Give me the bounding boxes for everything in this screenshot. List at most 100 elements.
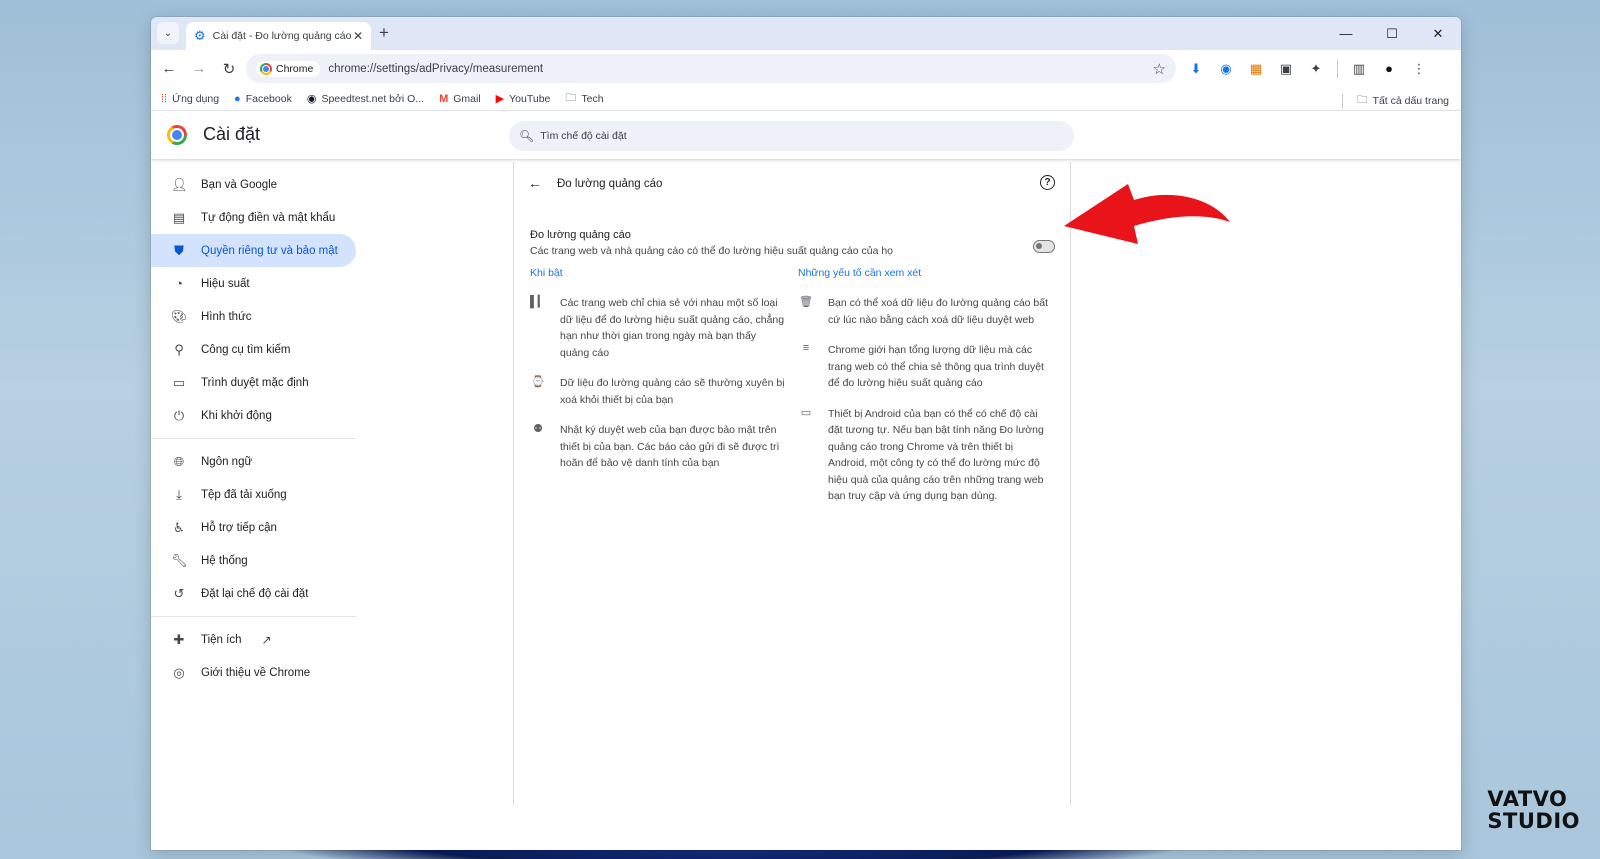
settings-content: 👤︎ Bạn và Google ▤ Tự động điền và mật k…	[151, 162, 1461, 850]
back-arrow-icon[interactable]: ←	[528, 175, 542, 191]
profile-avatar[interactable]: ●	[1374, 57, 1404, 81]
power-icon: ⏻	[173, 407, 185, 423]
forward-button[interactable]: →	[184, 60, 214, 77]
sidebar-item-search-engine[interactable]: ⚲ Công cụ tìm kiếm	[151, 333, 356, 366]
sidebar-divider	[151, 616, 356, 617]
panel-header: ← Đo lường quảng cáo ?	[514, 162, 1070, 207]
page-title: Cài đặt	[203, 124, 261, 144]
close-tab-icon[interactable]: ✕	[353, 29, 363, 43]
watermark-line-1: VATVO	[1487, 787, 1568, 811]
list-item: ⚉ Nhật ký duyệt web của bạn được bảo mật…	[530, 422, 785, 472]
globe-icon: 🌐︎	[173, 453, 185, 469]
bookmark-gmail[interactable]: M Gmail	[439, 93, 481, 105]
incognito-icon: ⚉	[533, 423, 543, 435]
ad-measurement-panel: ← Đo lường quảng cáo ? Đo lường quảng cá…	[513, 162, 1071, 805]
list-item: 🗑︎ Bạn có thể xoá dữ liệu đo lường quảng…	[798, 295, 1053, 328]
download-icon: ⤓	[176, 486, 182, 502]
sidebar-item-privacy[interactable]: ⛊ Quyền riêng tư và bảo mật	[151, 234, 356, 267]
when-on-column: Khi bật ▌▎ Các trang web chỉ chia sẻ với…	[530, 267, 785, 486]
chip-label: Chrome	[276, 62, 314, 75]
bookmark-speedtest[interactable]: ◉ Speedtest.net bởi O...	[306, 92, 424, 106]
bookmarks-divider	[1342, 94, 1344, 108]
chrome-icon	[260, 62, 272, 75]
sidebar-item-about-chrome[interactable]: ◎ Giới thiệu về Chrome	[151, 656, 356, 689]
considerations-heading: Những yếu tố cần xem xét	[798, 267, 922, 279]
sidebar-item-languages[interactable]: 🌐︎ Ngôn ngữ	[151, 445, 356, 478]
when-on-heading: Khi bật	[530, 267, 563, 279]
folder-icon: 🗀	[565, 92, 577, 104]
gear-icon: ⚙	[194, 28, 206, 43]
ad-measurement-toggle-row: Đo lường quảng cáo Các trang web và nhà …	[530, 229, 1055, 257]
sidebar-item-extensions[interactable]: ✚ Tiện ích ↗	[151, 623, 356, 656]
side-panel-icon[interactable]: ▥	[1344, 57, 1374, 81]
sidebar-item-reset[interactable]: ↺ Đặt lại chế độ cài đặt	[151, 577, 356, 610]
settings-header: Cài đặt 🔍︎	[151, 111, 1461, 159]
chevron-down-icon: ⌄	[163, 27, 173, 39]
devices-icon: ▭	[800, 406, 812, 419]
toolbar: ← → ↻ Chrome chrome://settings/adPrivacy…	[151, 50, 1461, 87]
search-icon: 🔍︎	[519, 129, 535, 143]
watermark-line-2: STUDIO	[1487, 809, 1580, 833]
tab-settings[interactable]: ⚙ Cài đặt - Đo lường quảng cáo ✕	[186, 22, 371, 50]
list-item: ▌▎ Các trang web chỉ chia sẻ với nhau mộ…	[530, 295, 785, 361]
sidebar-item-on-startup[interactable]: ⏻ Khi khởi động	[151, 399, 356, 432]
speedtest-icon: ◉	[306, 93, 317, 105]
back-button[interactable]: ←	[154, 60, 184, 77]
bookmark-youtube[interactable]: ▶ YouTube	[495, 92, 551, 106]
sidebar-item-appearance[interactable]: 🎨︎ Hình thức	[151, 300, 356, 333]
search-icon: ⚲	[174, 341, 184, 357]
settings-search-input[interactable]	[540, 130, 1041, 142]
window-controls: — ☐ ✕	[1323, 17, 1461, 50]
sidebar-item-you-and-google[interactable]: 👤︎ Bạn và Google	[151, 168, 356, 201]
site-chip[interactable]: Chrome	[256, 60, 321, 77]
sidebar-item-autofill[interactable]: ▤ Tự động điền và mật khẩu	[151, 201, 356, 234]
download-extension-icon[interactable]: ⬇	[1181, 57, 1211, 81]
all-bookmarks[interactable]: 🗀 Tất cả dấu trang	[1342, 92, 1449, 110]
list-item: ≡ Chrome giới hạn tổng lượng dữ liệu mà …	[798, 342, 1053, 392]
chrome-logo-icon	[167, 125, 187, 145]
bookmark-apps[interactable]: ⁞⁞ Ứng dụng	[161, 93, 219, 105]
address-bar[interactable]: Chrome chrome://settings/adPrivacy/measu…	[246, 54, 1176, 83]
youtube-icon: ▶	[495, 93, 505, 105]
palette-icon: 🎨︎	[171, 308, 188, 324]
toggle-title: Đo lường quảng cáo	[530, 229, 631, 241]
new-tab-button[interactable]: +	[379, 23, 389, 43]
sidebar-item-default-browser[interactable]: ▭ Trình duyệt mặc định	[151, 366, 356, 399]
wrench-icon: 🔧︎	[171, 552, 188, 568]
browser-icon: ▭	[172, 374, 186, 390]
sidebar-item-system[interactable]: 🔧︎ Hệ thống	[151, 544, 356, 577]
help-icon[interactable]: ?	[1040, 175, 1055, 190]
toggle-description: Các trang web và nhà quảng cáo có thể đo…	[530, 245, 894, 257]
clipboard-icon: ▤	[172, 209, 186, 225]
bookmark-tech[interactable]: 🗀 Tech	[565, 89, 603, 108]
bar-chart-icon: ▌▎	[530, 296, 547, 308]
puzzle-icon[interactable]: ✦	[1301, 57, 1331, 81]
list-item: ⌚ Dữ liệu đo lường quảng cáo sẽ thường x…	[530, 375, 785, 408]
sidebar-item-performance[interactable]: ◔ Hiệu suất	[151, 267, 356, 300]
maximize-button[interactable]: ☐	[1369, 17, 1415, 50]
chrome-icon: ◎	[173, 664, 185, 680]
tab-search-button[interactable]: ⌄	[157, 22, 179, 44]
speedometer-icon: ◔	[175, 276, 183, 291]
sidebar-item-downloads[interactable]: ⤓ Tệp đã tải xuống	[151, 478, 356, 511]
close-window-button[interactable]: ✕	[1415, 17, 1461, 50]
reset-icon: ↺	[173, 585, 185, 601]
auto-delete-icon: ⌚	[531, 376, 545, 388]
image-extension-icon[interactable]: ▣	[1271, 57, 1301, 81]
settings-search[interactable]: 🔍︎	[509, 121, 1074, 151]
shazam-extension-icon[interactable]: ◉	[1211, 57, 1241, 81]
menu-dots-icon[interactable]: ⋮	[1404, 57, 1434, 81]
minimize-button[interactable]: —	[1323, 17, 1369, 50]
bookmark-star-icon[interactable]: ☆	[1153, 60, 1166, 78]
considerations-column: Những yếu tố cần xem xét 🗑︎ Bạn có thể x…	[798, 267, 1053, 519]
bookmark-facebook[interactable]: ● Facebook	[234, 93, 292, 105]
shield-icon: ⛊	[174, 242, 184, 258]
reload-button[interactable]: ↻	[214, 60, 244, 78]
list-item: ▭ Thiết bị Android của bạn có thể có chế…	[798, 406, 1053, 505]
sidebar-item-accessibility[interactable]: ♿︎ Hỗ trợ tiếp cận	[151, 511, 356, 544]
tab-title: Cài đặt - Đo lường quảng cáo	[212, 30, 352, 42]
url-text[interactable]: chrome://settings/adPrivacy/measurement	[328, 63, 1152, 75]
gmail-icon: M	[439, 92, 449, 105]
ad-measurement-toggle[interactable]	[1033, 240, 1055, 253]
color-extension-icon[interactable]: ▦	[1241, 57, 1271, 81]
